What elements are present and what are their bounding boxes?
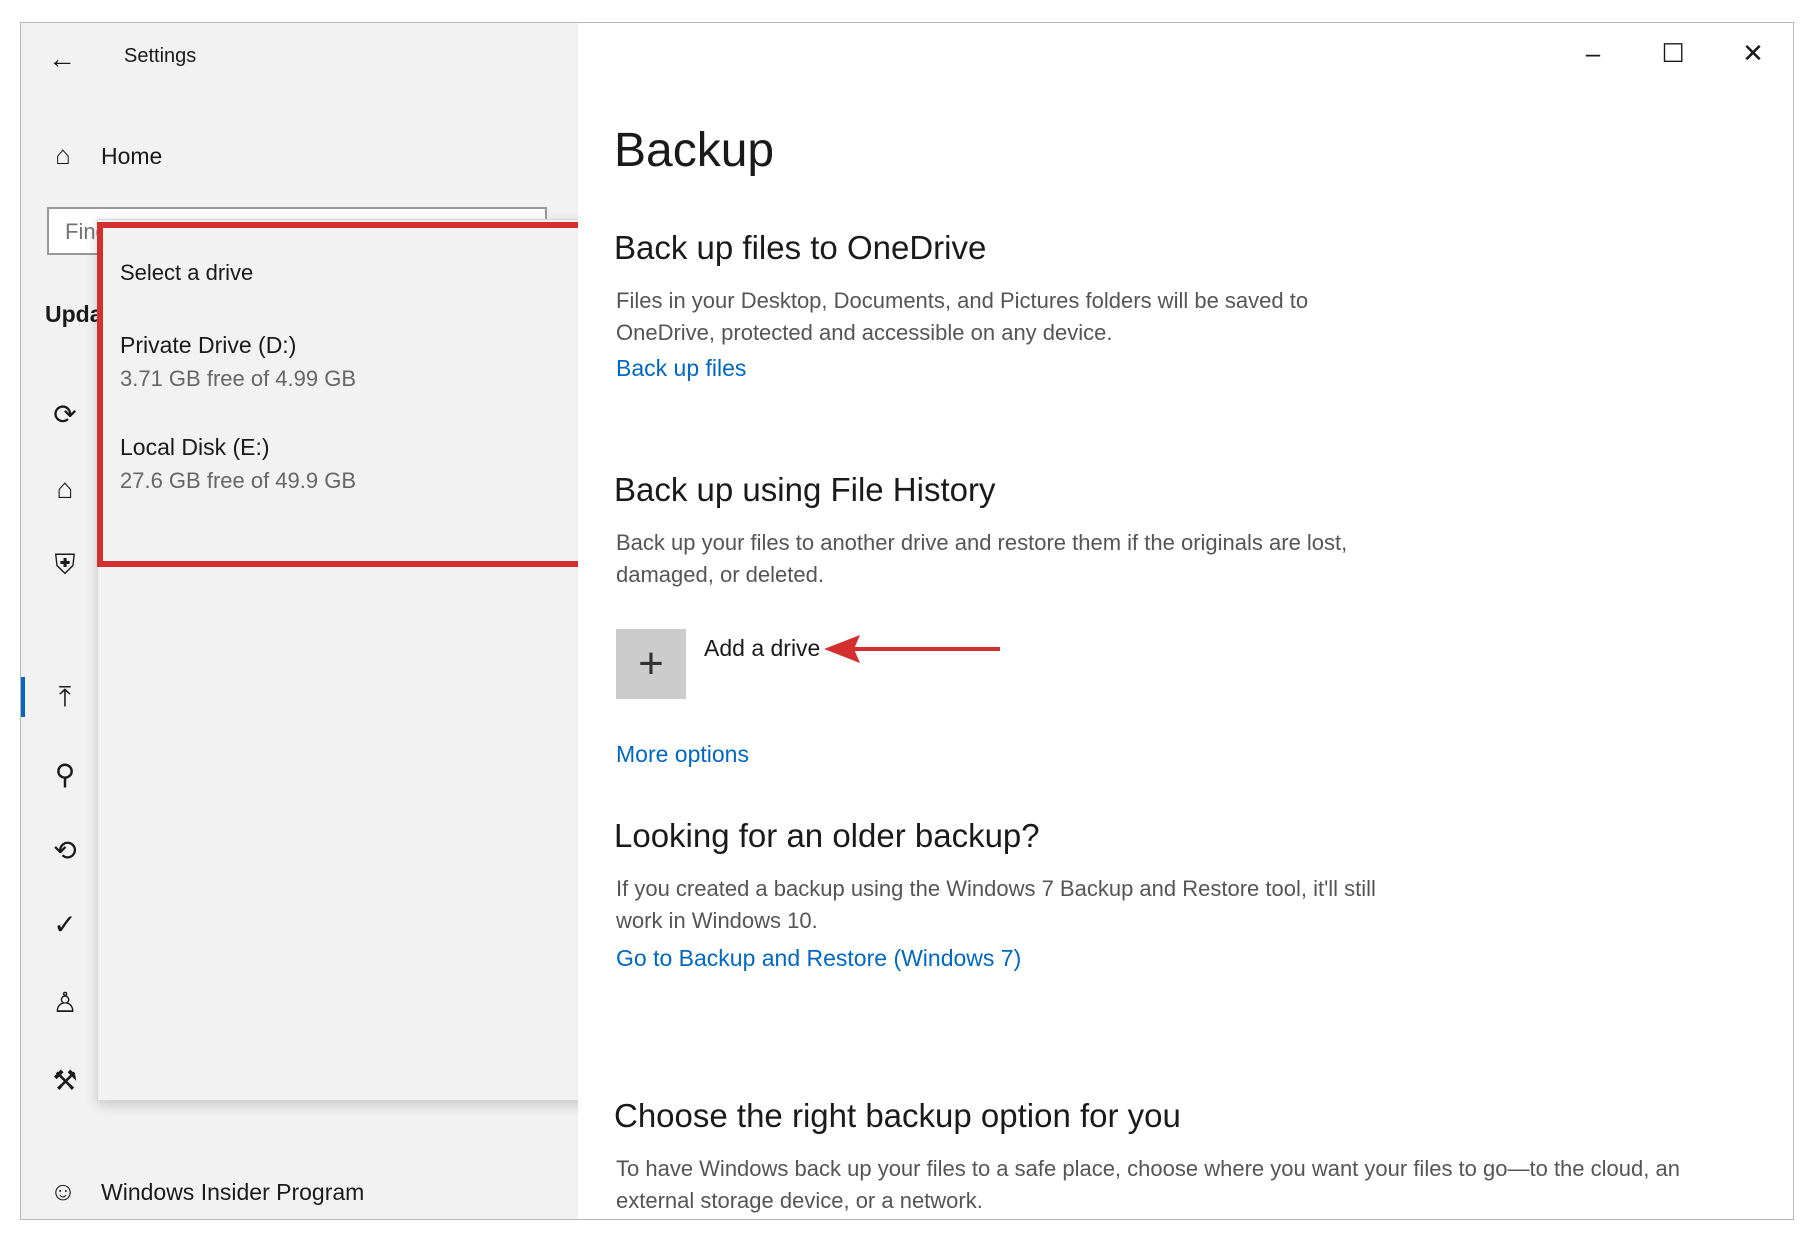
flyout-title: Select a drive bbox=[120, 260, 254, 285]
add-drive-label[interactable]: Add a drive bbox=[704, 635, 820, 662]
choose-heading: Choose the right backup option for you bbox=[614, 1097, 1181, 1134]
maximize-icon[interactable]: ☐ bbox=[1643, 33, 1703, 73]
file-history-heading: Back up using File History bbox=[614, 471, 996, 508]
older-backup-heading: Looking for an older backup? bbox=[614, 817, 1040, 854]
backup-restore-link[interactable]: Go to Backup and Restore (Windows 7) bbox=[616, 945, 1021, 972]
sidebar-item-home[interactable]: ⌂ Home bbox=[21, 131, 578, 179]
more-options-link[interactable]: More options bbox=[616, 741, 749, 768]
for-developers-icon[interactable]: ⚒ bbox=[43, 1059, 87, 1103]
add-drive-button[interactable]: + bbox=[616, 629, 686, 699]
minimize-icon[interactable]: – bbox=[1563, 33, 1623, 73]
select-drive-flyout: Select a drive Private Drive (D:) 3.71 G… bbox=[97, 219, 599, 1101]
app-title: Settings bbox=[124, 45, 197, 67]
main-content: – ☐ ✕ Backup Back up files to OneDrive F… bbox=[578, 23, 1793, 1219]
windows-update-icon[interactable]: ⟳ bbox=[43, 393, 87, 437]
back-up-files-link[interactable]: Back up files bbox=[616, 355, 746, 382]
choose-description: To have Windows back up your files to a … bbox=[616, 1156, 1680, 1213]
sidebar-item-label: Home bbox=[101, 143, 163, 169]
delivery-optimization-icon[interactable]: ⌂ bbox=[43, 467, 87, 511]
red-arrow-icon bbox=[824, 635, 1000, 663]
troubleshoot-icon[interactable]: ⚲ bbox=[43, 753, 87, 797]
insider-icon: ☺ bbox=[49, 1176, 77, 1206]
activation-icon[interactable]: ✓ bbox=[43, 903, 87, 947]
older-backup-description: If you created a backup using the Window… bbox=[616, 876, 1376, 933]
drive-name: Private Drive (D:) bbox=[120, 332, 297, 358]
windows-security-icon[interactable]: ⛨ bbox=[43, 543, 87, 587]
drive-option-e[interactable]: Local Disk (E:) 27.6 GB free of 49.9 GB bbox=[98, 434, 588, 510]
recovery-icon[interactable]: ⟲ bbox=[43, 829, 87, 873]
drive-free-space: 3.71 GB free of 4.99 GB bbox=[120, 366, 357, 391]
drive-option-d[interactable]: Private Drive (D:) 3.71 GB free of 4.99 … bbox=[98, 332, 588, 408]
onedrive-heading: Back up files to OneDrive bbox=[614, 229, 987, 266]
page-title: Backup bbox=[614, 124, 775, 177]
file-history-description: Back up your files to another drive and … bbox=[616, 530, 1348, 587]
sidebar-item-windows-insider[interactable]: ☺ Windows Insider Program bbox=[21, 1167, 578, 1215]
onedrive-description: Files in your Desktop, Documents, and Pi… bbox=[616, 288, 1309, 345]
back-arrow-icon[interactable]: ← bbox=[39, 39, 85, 79]
sidebar-item-label: Windows Insider Program bbox=[101, 1179, 365, 1205]
drive-free-space: 27.6 GB free of 49.9 GB bbox=[120, 468, 357, 493]
drive-name: Local Disk (E:) bbox=[120, 434, 270, 460]
close-icon[interactable]: ✕ bbox=[1723, 33, 1783, 73]
find-my-device-icon[interactable]: ♙ bbox=[43, 981, 87, 1025]
settings-window: ← Settings ⌂ Home Update & Security ⟳ ⌂ … bbox=[20, 22, 1794, 1220]
backup-icon[interactable]: ⤒ bbox=[43, 675, 87, 719]
active-indicator bbox=[21, 677, 25, 717]
home-icon: ⌂ bbox=[55, 140, 71, 170]
